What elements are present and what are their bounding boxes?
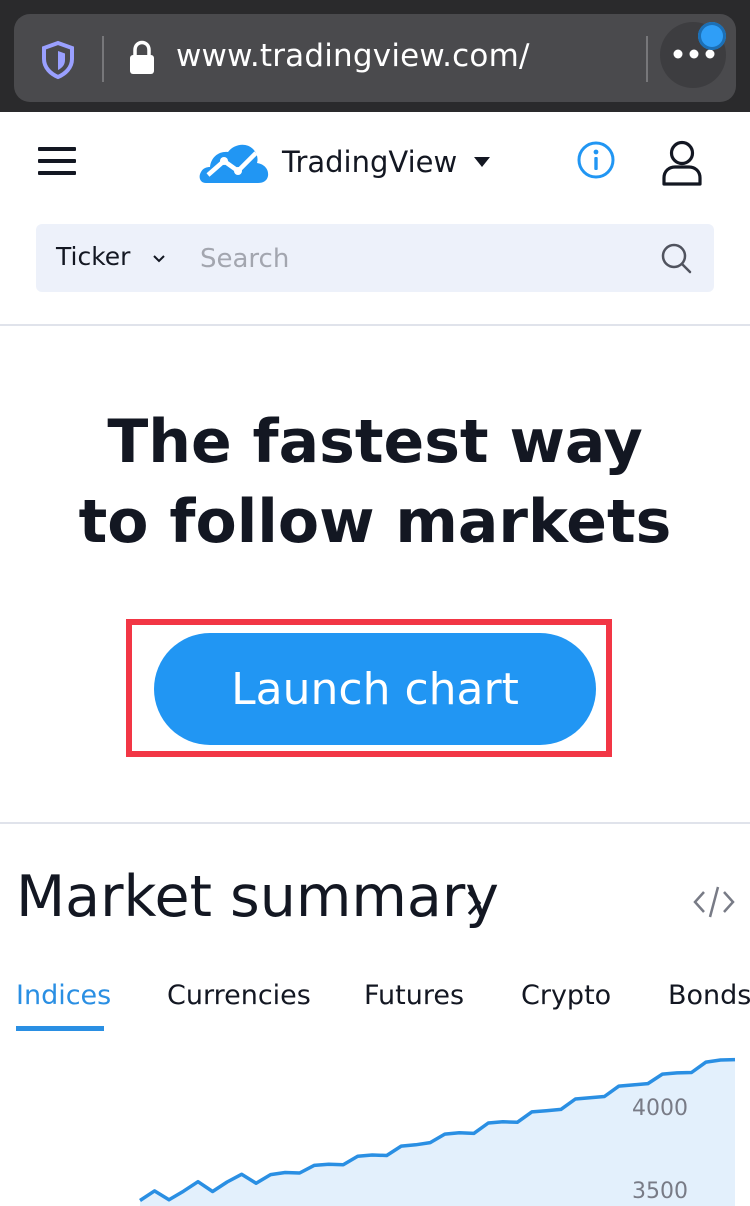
y-tick-label: 4000 [632,1096,688,1121]
browser-toolbar: www.tradingview.com/ [0,0,750,112]
user-icon[interactable] [660,140,704,188]
search-icon[interactable] [660,242,692,274]
chevron-down-icon[interactable] [152,254,166,264]
tab-futures[interactable]: Futures [364,980,464,1011]
hero-title-line-1: The fastest way [107,407,643,477]
chevron-right-icon[interactable] [466,888,482,918]
shield-icon[interactable] [40,40,76,80]
embed-code-icon[interactable] [692,884,736,920]
section-divider [0,822,750,824]
ticker-selector[interactable]: Ticker [56,242,130,271]
brand-name: TradingView [282,145,458,179]
lock-icon [130,40,154,74]
hamburger-icon[interactable] [38,145,78,177]
section-divider [0,324,750,326]
search-bar: Ticker [36,224,714,292]
active-tab-indicator [16,1026,104,1031]
tab-indices[interactable]: Indices [16,980,111,1011]
tradingview-logo-icon [199,144,269,183]
tab-bonds[interactable]: Bonds [668,980,750,1011]
address-bar[interactable]: www.tradingview.com/ [14,14,736,102]
market-tabs: Indices Currencies Futures Crypto Bonds [0,976,750,1036]
toolbar-divider [102,36,104,82]
url-text[interactable]: www.tradingview.com/ [176,38,530,74]
caret-down-icon [474,157,491,167]
toolbar-divider [646,36,648,82]
y-tick-label: 3500 [632,1179,688,1204]
hero-title-line-2: to follow markets [78,487,672,557]
tab-crypto[interactable]: Crypto [521,980,611,1011]
search-input[interactable] [198,234,642,284]
chart-canvas: 4000 3500 [139,1057,736,1206]
market-chart[interactable]: 4000 3500 [0,1040,750,1206]
info-icon[interactable] [576,140,616,180]
tab-currencies[interactable]: Currencies [167,980,311,1011]
hero-title: The fastest way to follow markets [0,402,750,562]
notification-badge [698,22,726,50]
market-summary-title[interactable]: Market summary [16,864,499,930]
launch-chart-button[interactable]: Launch chart [154,633,596,745]
brand-menu[interactable]: TradingView [198,138,491,186]
